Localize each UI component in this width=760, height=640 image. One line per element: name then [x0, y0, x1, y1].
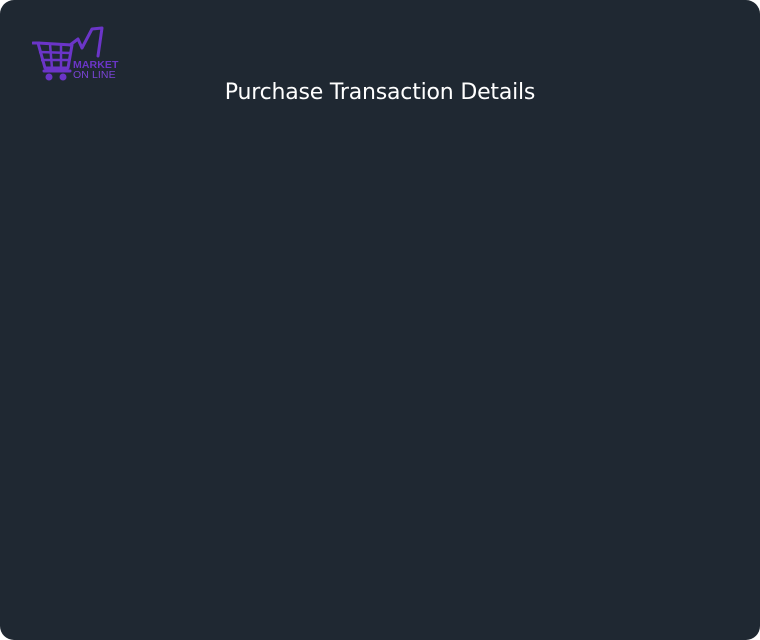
- market-online-logo: MARKET ON LINE: [32, 26, 122, 84]
- logo-wordmark: MARKET ON LINE: [73, 60, 119, 81]
- logo-line-online: ON LINE: [73, 69, 116, 81]
- dialog-title: Purchase Transaction Details: [224, 80, 536, 105]
- transaction-details-dialog: MARKET ON LINE Purchase Transaction Deta…: [0, 0, 760, 640]
